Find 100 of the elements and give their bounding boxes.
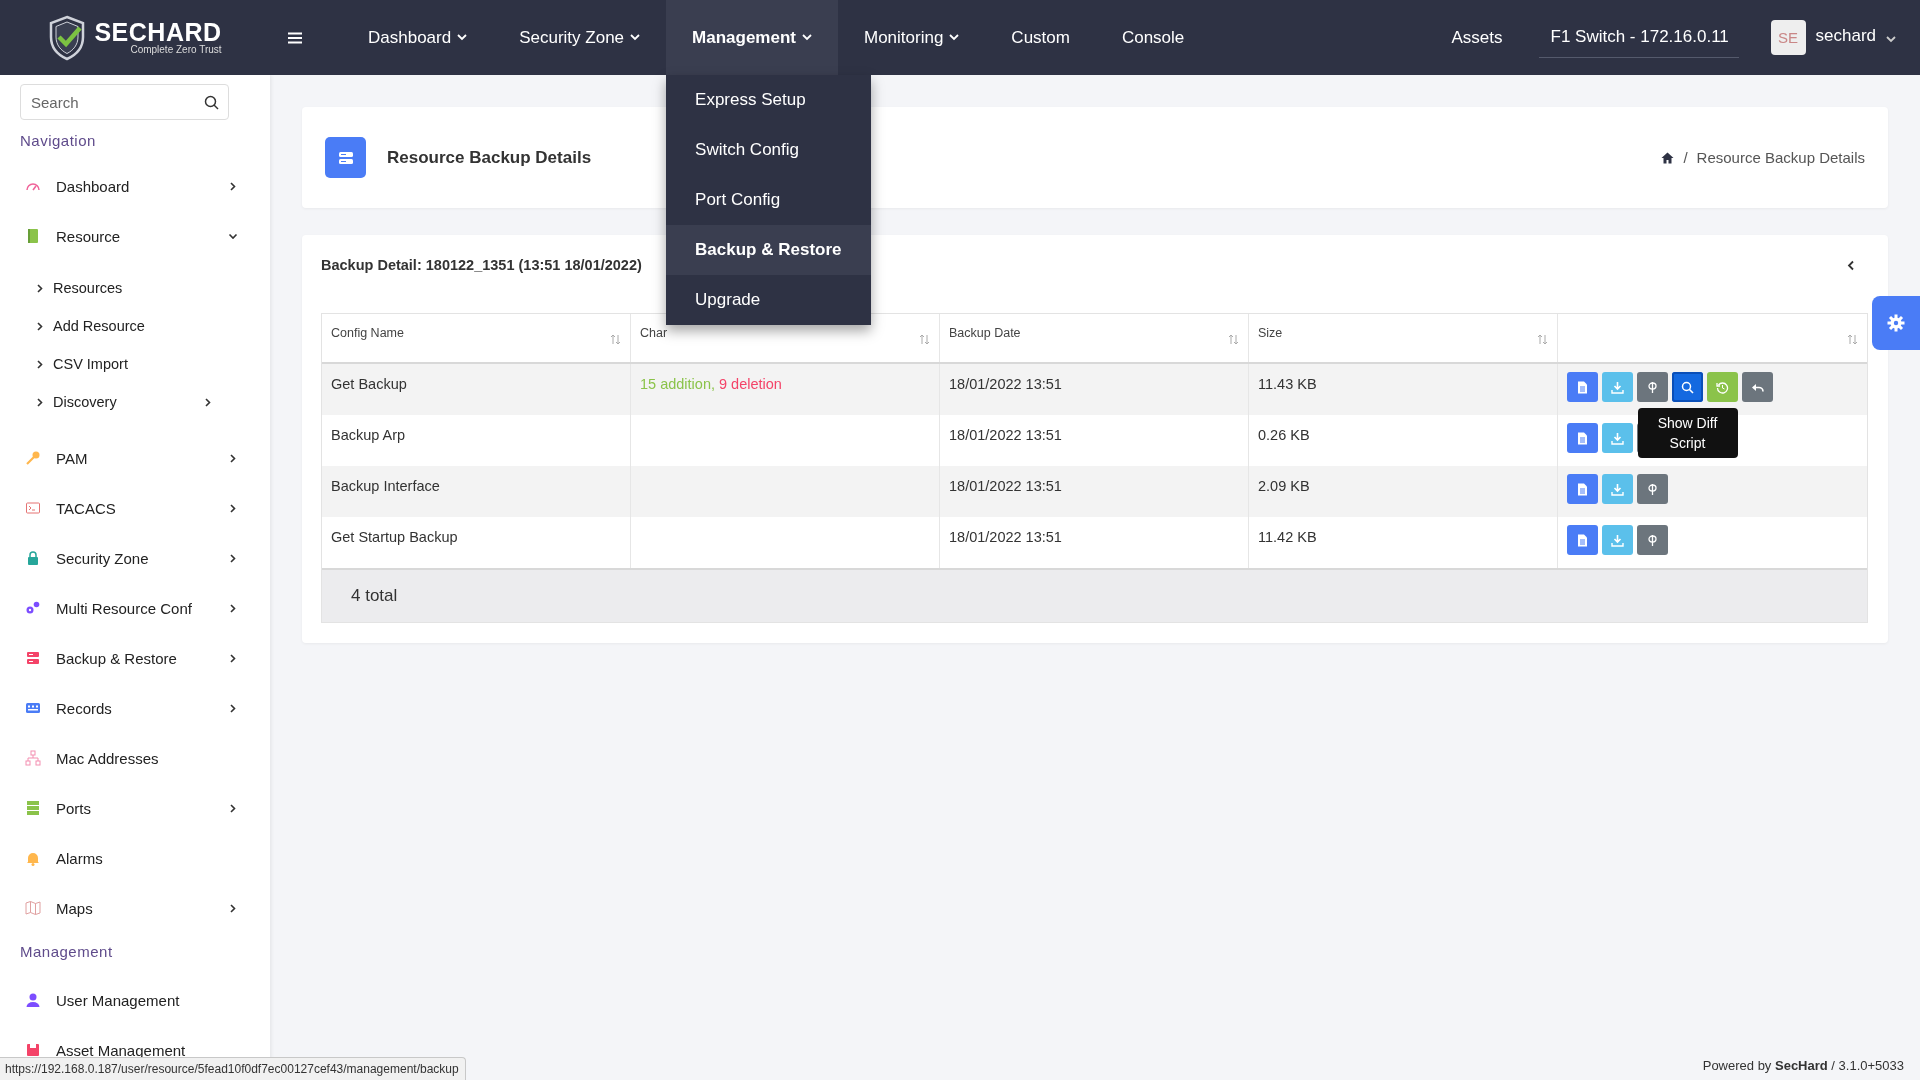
sidebar-item[interactable]: Maps: [0, 883, 270, 933]
server-icon: [325, 137, 366, 178]
column-header[interactable]: Config Name: [331, 326, 404, 362]
caret-icon: [949, 34, 960, 41]
chevron-icon[interactable]: [1847, 259, 1855, 271]
table-cell: 18/01/2022 13:51: [940, 466, 1249, 517]
section-heading: Navigation: [20, 131, 97, 151]
shield-icon: [48, 14, 87, 61]
dropdown-item[interactable]: Backup & Restore: [666, 225, 872, 275]
sidebar-item[interactable]: Mac Addresses: [0, 733, 270, 783]
chevron-icon: [228, 233, 238, 239]
settings-button[interactable]: [1872, 296, 1920, 350]
table-cell: 2.09 KB: [1249, 466, 1558, 517]
breadcrumb-separator: /: [1683, 149, 1688, 166]
table-cell: Backup Interface: [322, 466, 631, 517]
chevron-icon: [230, 553, 236, 563]
submenu-item[interactable]: Discovery: [0, 383, 270, 421]
brand-name: SECHARD: [94, 20, 222, 44]
sidebar-item[interactable]: Backup & Restore: [0, 633, 270, 683]
action-button[interactable]: [1567, 474, 1598, 504]
bell-icon: [25, 850, 41, 866]
sidebar-item[interactable]: User Management: [0, 975, 270, 1025]
dropdown-item[interactable]: Port Config: [666, 175, 872, 225]
sort-icon[interactable]: [1537, 334, 1548, 345]
caret-icon: [1886, 35, 1896, 43]
person-icon: [25, 992, 41, 1008]
column-header[interactable]: Backup Date: [949, 326, 1021, 362]
action-button[interactable]: [1707, 372, 1738, 402]
chevron-icon: [230, 181, 236, 191]
lock-icon: [25, 550, 41, 566]
action-button[interactable]: [1742, 372, 1773, 402]
dropdown-item[interactable]: Switch Config: [666, 125, 872, 175]
sidebar-item[interactable]: TACACS: [0, 483, 270, 533]
action-button[interactable]: [1602, 423, 1633, 453]
action-button[interactable]: [1637, 525, 1668, 555]
submenu-item[interactable]: Add Resource: [0, 307, 270, 345]
search-icon: [204, 95, 219, 110]
sort-icon[interactable]: [610, 334, 621, 345]
sidebar-item[interactable]: Security Zone: [0, 533, 270, 583]
document-icon: [1576, 533, 1589, 547]
dropdown-item[interactable]: Express Setup: [666, 75, 872, 125]
assets-link[interactable]: Assets: [1451, 27, 1503, 48]
page-title: Resource Backup Details: [387, 147, 592, 168]
nav-menu-item[interactable]: Dashboard: [342, 0, 494, 75]
nav-menu-item[interactable]: Security Zone: [493, 0, 667, 75]
book-icon: [25, 228, 41, 244]
column-header[interactable]: Char: [640, 326, 668, 362]
action-button[interactable]: [1637, 372, 1668, 402]
chevron-icon: [37, 397, 43, 407]
action-button[interactable]: [1637, 474, 1668, 504]
search-field[interactable]: Search: [20, 84, 229, 120]
user-name[interactable]: sechard: [1815, 25, 1876, 46]
chevron-icon: [230, 603, 236, 613]
sidebar-item[interactable]: Ports: [0, 783, 270, 833]
sidebar-item[interactable]: Multi Resource Conf: [0, 583, 270, 633]
nav-menu-item[interactable]: Management: [666, 0, 838, 75]
chevron-icon: [230, 453, 236, 463]
sidebar-item[interactable]: Alarms: [0, 833, 270, 883]
history-icon: [1716, 380, 1729, 394]
action-button[interactable]: [1567, 372, 1598, 402]
caret-icon: [802, 34, 812, 41]
download-icon: [1611, 533, 1624, 547]
download-icon: [1611, 482, 1624, 496]
terminal-icon: [25, 500, 41, 516]
submenu-item[interactable]: CSV Import: [0, 345, 270, 383]
nav-menu-item[interactable]: Console: [1095, 0, 1211, 75]
dropdown-item[interactable]: Upgrade: [666, 275, 872, 325]
action-button[interactable]: [1602, 525, 1633, 555]
download-icon: [1611, 431, 1624, 445]
gears-icon: [25, 600, 41, 616]
document-icon: [1576, 482, 1589, 496]
action-button[interactable]: [1567, 423, 1598, 453]
nav-menu-item[interactable]: Monitoring: [838, 0, 986, 75]
table-cell: 18/01/2022 13:51: [940, 364, 1249, 415]
phi-icon: [1646, 533, 1659, 547]
keyboard-icon: [25, 700, 41, 716]
sidebar-item[interactable]: Dashboard: [0, 161, 270, 211]
sidebar-item[interactable]: Resource: [0, 211, 270, 261]
column-header[interactable]: Size: [1258, 326, 1283, 362]
chevron-icon: [230, 653, 236, 663]
phi-icon: [1646, 380, 1659, 394]
sidebar-item[interactable]: Records: [0, 683, 270, 733]
sidebar-item[interactable]: PAM: [0, 433, 270, 483]
document-icon: [1576, 431, 1589, 445]
menu-icon[interactable]: [288, 31, 302, 44]
sort-icon[interactable]: [1847, 334, 1858, 345]
chevron-icon: [205, 398, 211, 407]
sort-icon[interactable]: [919, 334, 930, 345]
chevron-icon: [37, 283, 43, 293]
submenu-item[interactable]: Resources: [0, 269, 270, 307]
sort-icon[interactable]: [1228, 334, 1239, 345]
settings-icon: [1887, 314, 1905, 332]
nav-menu-item[interactable]: Custom: [985, 0, 1096, 75]
download-icon: [1611, 380, 1624, 394]
phi-icon: [1646, 482, 1659, 496]
footer-credit: Powered by SecHard / 3.1.0+5033: [1702, 1058, 1904, 1075]
action-button[interactable]: [1567, 525, 1598, 555]
map-icon: [25, 900, 41, 916]
device-selector[interactable]: F1 Switch - 172.16.0.11: [1538, 17, 1739, 58]
home-icon[interactable]: [1661, 151, 1675, 164]
